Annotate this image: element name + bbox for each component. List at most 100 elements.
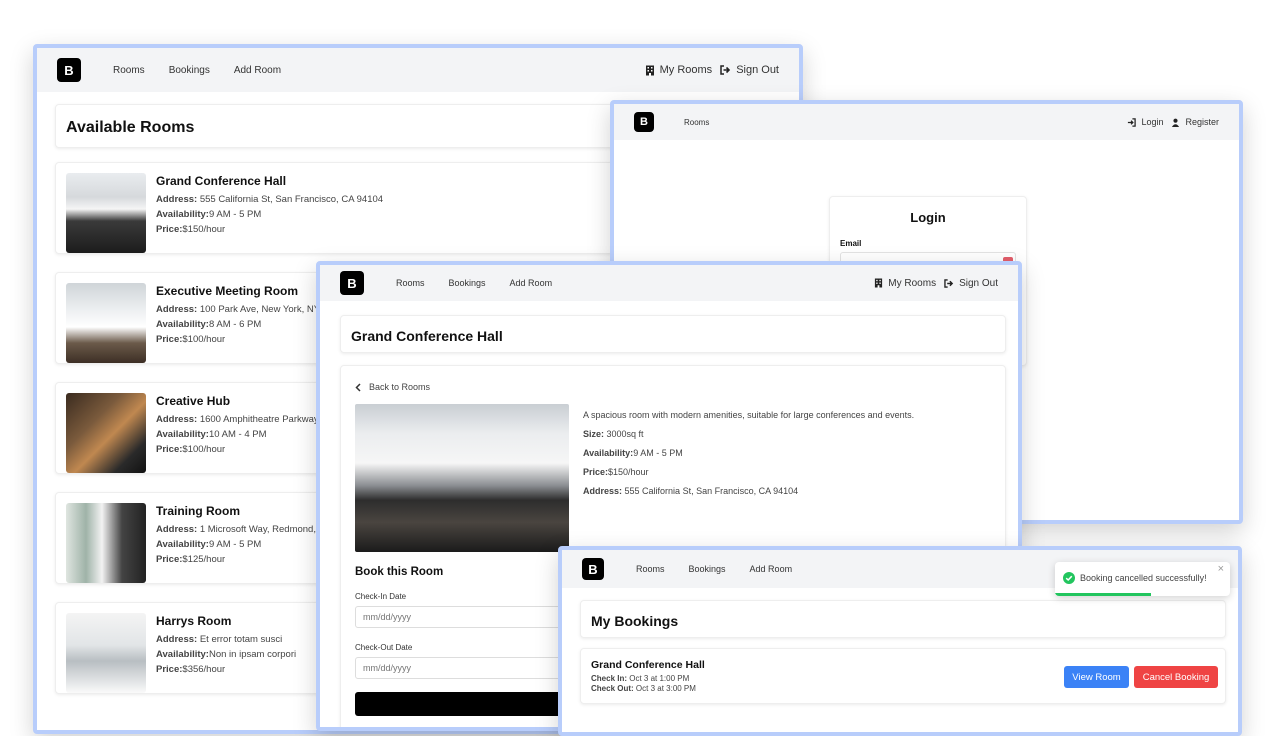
- availability-label: Availability:: [156, 319, 209, 330]
- book-room-title: Book this Room: [355, 566, 444, 578]
- size-label: Size:: [583, 429, 605, 439]
- room-address: 1600 Amphitheatre Parkway, M: [199, 414, 332, 425]
- availability-label: Availability:: [156, 429, 209, 440]
- building-icon: [874, 278, 883, 288]
- availability-label: Availability:: [156, 209, 209, 220]
- my-rooms-label: My Rooms: [659, 64, 713, 76]
- check-in-input[interactable]: [355, 606, 565, 628]
- sign-out-label: Sign Out: [959, 277, 998, 289]
- toast-message: Booking cancelled successfully!: [1080, 573, 1207, 583]
- navbar: B Rooms Bookings Add Room My Rooms Sign …: [37, 48, 799, 92]
- navbar: B Rooms Login Register: [614, 104, 1239, 140]
- check-out-input[interactable]: [355, 657, 565, 679]
- check-circle-icon: [1063, 572, 1075, 584]
- room-name[interactable]: Training Room: [156, 503, 328, 519]
- nav-add-room-link[interactable]: Add Room: [234, 65, 281, 76]
- app-logo[interactable]: B: [634, 112, 654, 132]
- booking-check-in: Oct 3 at 1:00 PM: [629, 674, 690, 683]
- room-name[interactable]: Harrys Room: [156, 613, 296, 629]
- room-name[interactable]: Grand Conference Hall: [156, 173, 383, 189]
- page-title: Grand Conference Hall: [340, 315, 1006, 353]
- nav-rooms-link[interactable]: Rooms: [684, 118, 709, 127]
- room-price: $150/hour: [182, 224, 226, 235]
- price-label: Price:: [156, 444, 183, 455]
- room-availability: 9 AM - 5 PM: [633, 448, 683, 458]
- room-name[interactable]: Executive Meeting Room: [156, 283, 333, 299]
- room-image: [66, 503, 146, 583]
- nav-add-room-link[interactable]: Add Room: [750, 564, 793, 574]
- login-title: Login: [910, 210, 946, 225]
- room-size: 3000sq ft: [606, 429, 644, 439]
- nav-bookings-link[interactable]: Bookings: [169, 65, 210, 76]
- sign-out-link[interactable]: Sign Out: [720, 64, 779, 76]
- sign-out-icon: [944, 278, 954, 288]
- app-logo[interactable]: B: [582, 558, 604, 580]
- booking-check-out: Oct 3 at 3:00 PM: [635, 684, 696, 693]
- address-label: Address:: [156, 304, 198, 315]
- room-address: 555 California St, San Francisco, CA 941…: [199, 194, 384, 205]
- room-address: Et error totam susci: [199, 634, 283, 645]
- room-address: 1 Microsoft Way, Redmond, W: [199, 524, 328, 535]
- app-logo[interactable]: B: [57, 58, 81, 82]
- cancel-booking-button[interactable]: Cancel Booking: [1134, 666, 1218, 688]
- room-price: $356/hour: [182, 664, 226, 675]
- check-in-label: Check In:: [591, 674, 628, 683]
- room-availability: Non in ipsam corpori: [208, 649, 297, 660]
- nav-rooms-link[interactable]: Rooms: [113, 65, 145, 76]
- back-to-rooms-link[interactable]: Back to Rooms: [355, 382, 991, 392]
- my-rooms-link[interactable]: My Rooms: [645, 64, 713, 76]
- room-image: [66, 613, 146, 693]
- price-label: Price:: [156, 664, 183, 675]
- check-in-label: Check-In Date: [355, 592, 407, 601]
- login-link[interactable]: Login: [1127, 117, 1163, 127]
- price-label: Price:: [156, 334, 183, 345]
- app-logo[interactable]: B: [340, 271, 364, 295]
- page-title: My Bookings: [580, 600, 1226, 638]
- room-name[interactable]: Creative Hub: [156, 393, 331, 409]
- room-image: [66, 173, 146, 253]
- email-label: Email: [840, 239, 862, 248]
- room-availability: 8 AM - 6 PM: [208, 319, 262, 330]
- price-label: Price:: [156, 554, 183, 565]
- address-label: Address:: [156, 524, 198, 535]
- my-rooms-link[interactable]: My Rooms: [874, 278, 936, 289]
- building-icon: [645, 65, 655, 76]
- sign-out-label: Sign Out: [736, 64, 779, 76]
- address-label: Address:: [156, 414, 198, 425]
- login-label: Login: [1141, 117, 1164, 127]
- room-image: [66, 283, 146, 363]
- room-description: A spacious room with modern amenities, s…: [583, 410, 915, 420]
- toast-progress-bar: [1055, 593, 1152, 596]
- navbar: B Rooms Bookings Add Room My Rooms Sign …: [320, 265, 1018, 301]
- room-price: $100/hour: [182, 444, 226, 455]
- room-availability: 9 AM - 5 PM: [208, 209, 262, 220]
- register-link[interactable]: Register: [1171, 117, 1219, 127]
- register-label: Register: [1185, 117, 1219, 127]
- sign-out-link[interactable]: Sign Out: [944, 278, 998, 289]
- room-availability: 10 AM - 4 PM: [208, 429, 267, 440]
- login-icon: [1127, 117, 1137, 127]
- booking-card: Grand Conference Hall Check In: Oct 3 at…: [580, 648, 1226, 704]
- nav-add-room-link[interactable]: Add Room: [510, 278, 553, 288]
- view-room-button[interactable]: View Room: [1064, 666, 1129, 688]
- nav-bookings-link[interactable]: Bookings: [449, 278, 486, 288]
- nav-rooms-link[interactable]: Rooms: [636, 564, 665, 574]
- address-label: Address:: [156, 634, 198, 645]
- availability-label: Availability:: [583, 448, 634, 458]
- sign-out-icon: [720, 65, 731, 75]
- room-price: $100/hour: [182, 334, 226, 345]
- user-icon: [1171, 118, 1180, 127]
- room-price: $150/hour: [608, 467, 649, 477]
- nav-rooms-link[interactable]: Rooms: [396, 278, 425, 288]
- nav-bookings-link[interactable]: Bookings: [689, 564, 726, 574]
- room-image: [66, 393, 146, 473]
- availability-label: Availability:: [156, 649, 209, 660]
- price-label: Price:: [583, 467, 609, 477]
- back-label: Back to Rooms: [369, 382, 431, 392]
- room-availability: 9 AM - 5 PM: [208, 539, 262, 550]
- room-price: $125/hour: [182, 554, 226, 565]
- price-label: Price:: [156, 224, 183, 235]
- close-icon[interactable]: ×: [1218, 563, 1224, 575]
- book-button[interactable]: [355, 692, 575, 716]
- availability-label: Availability:: [156, 539, 209, 550]
